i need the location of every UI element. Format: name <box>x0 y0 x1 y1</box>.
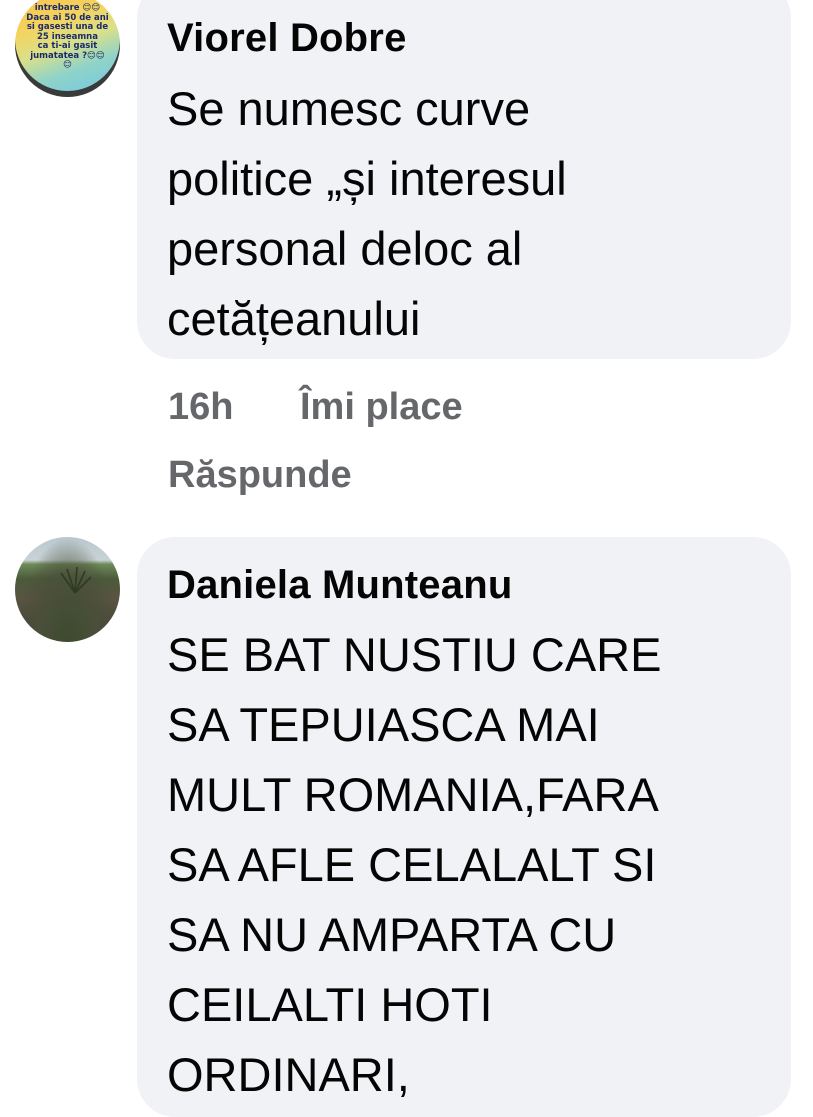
comment-timestamp[interactable]: 16h <box>168 384 233 430</box>
comment-bubble: Viorel Dobre Se numesc curve politice „ș… <box>137 0 791 359</box>
comment-text: SE BAT NUSTIU CARE SA TEPUIASCA MAI MULT… <box>167 628 662 1101</box>
comment-text: Se numesc curve politice „și interesul p… <box>167 82 567 345</box>
avatar-caption: intrebare 😊😊 Daca ai 50 de ani si gasest… <box>26 3 109 70</box>
comment-author-name[interactable]: Viorel Dobre <box>167 14 407 62</box>
avatar[interactable]: intrebare 😊😊 Daca ai 50 de ani si gasest… <box>15 0 120 97</box>
avatar[interactable] <box>15 537 120 642</box>
reply-button[interactable]: Răspunde <box>168 452 352 498</box>
comment-bubble: Daniela Munteanu SE BAT NUSTIU CARE SA T… <box>137 537 791 1117</box>
plant-photo-icon <box>60 566 92 594</box>
comment-author-name[interactable]: Daniela Munteanu <box>167 561 512 609</box>
like-button[interactable]: Îmi place <box>300 384 463 430</box>
